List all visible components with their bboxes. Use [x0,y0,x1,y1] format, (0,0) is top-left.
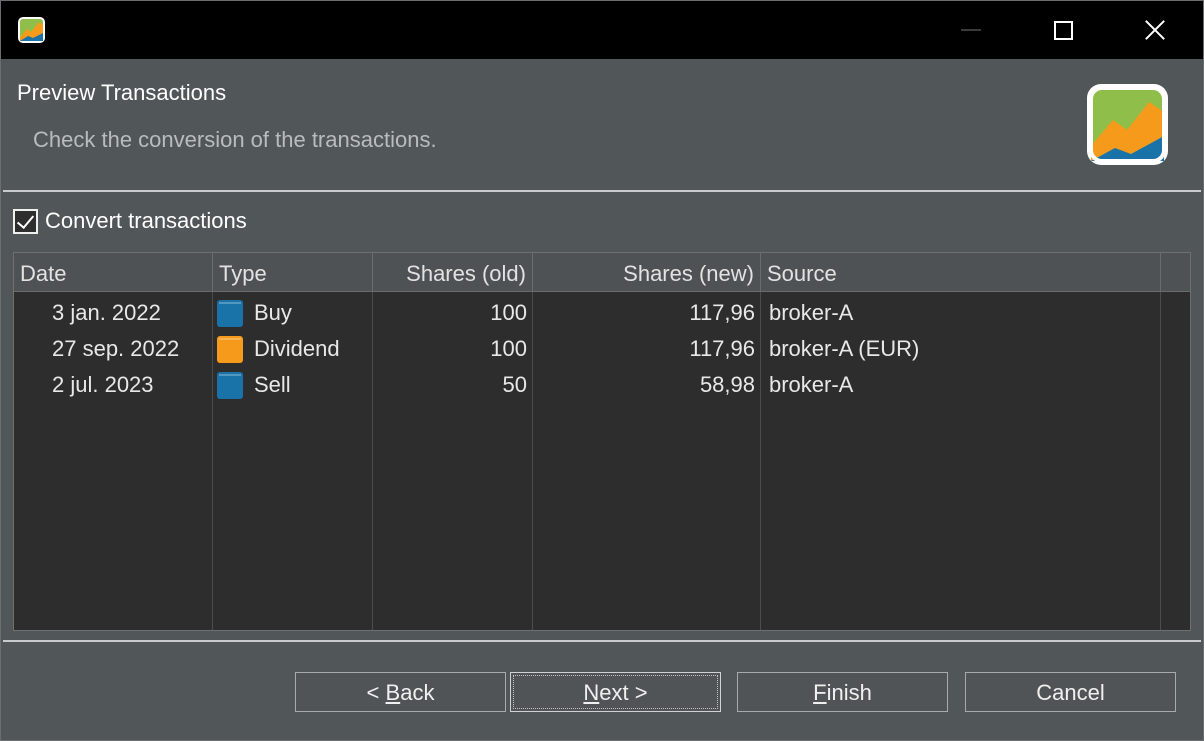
page-description: Check the conversion of the transactions… [33,127,437,152]
finish-button-mnemonic: F [813,680,827,705]
finish-button[interactable]: Finish [737,672,948,712]
cell-type: Sell [213,366,373,402]
cell-type-label: Buy [254,300,292,325]
back-button-mnemonic: B [385,680,401,705]
back-button[interactable]: < Back [295,672,506,712]
transaction-type-icon [217,300,243,327]
cell-source: broker-A (EUR) [769,336,920,361]
minimize-icon [961,29,981,31]
wizard-header: Preview Transactions Check the conversio… [1,59,1203,191]
cell-source: broker-A [769,300,854,325]
close-button[interactable] [1109,1,1201,59]
cell-type-label: Dividend [254,336,340,361]
close-icon [1145,20,1165,40]
transaction-type-icon [217,336,243,363]
page-title: Preview Transactions [17,80,227,105]
cell-shares-old: 50 [502,372,527,397]
column-header-shares-new[interactable]: Shares (new) [533,253,761,292]
cell-shares-old: 100 [490,300,527,325]
column-header-shares-old[interactable]: Shares (old) [373,253,533,292]
finish-button-label: inish [826,680,872,705]
cell-shares-new: 117,96 [689,300,755,325]
convert-transactions-label: Convert transactions [45,208,247,233]
portfolio-chart-icon [1087,84,1168,165]
cell-type: Buy [213,294,373,330]
column-header-source[interactable]: Source [761,253,1161,292]
maximize-button[interactable] [1017,1,1109,59]
cell-shares-new: 58,98 [699,372,755,397]
transactions-table[interactable]: Date Type Shares (old) Shares (new) Sour… [13,252,1191,631]
cell-date: 3 jan. 2022 [52,300,161,325]
next-button[interactable]: Next > [510,672,721,712]
wizard-dialog: Preview Transactions Check the conversio… [0,0,1204,741]
next-button-label: ext > [599,680,648,705]
portfolio-chart-icon [18,17,45,43]
column-header-date[interactable]: Date [14,253,213,292]
footer-separator [3,640,1201,642]
maximize-icon [1053,20,1073,40]
cell-date: 2 jul. 2023 [52,372,154,397]
cancel-button[interactable]: Cancel [965,672,1176,712]
table-row[interactable]: 3 jan. 2022 Buy 100 117,96 broker-A [14,294,1190,330]
table-row[interactable]: 2 jul. 2023 Sell 50 58,98 broker-A [14,366,1190,402]
column-header-type[interactable]: Type [213,253,373,292]
cell-shares-old: 100 [490,336,527,361]
back-button-prefix: < [366,680,386,705]
cell-type-label: Sell [254,372,291,397]
back-button-label: ack [400,680,435,705]
title-bar [1,1,1203,59]
header-separator [3,190,1201,192]
cell-type: Dividend [213,330,373,366]
cell-source: broker-A [769,372,854,397]
convert-transactions-option[interactable]: Convert transactions [13,207,247,235]
table-header: Date Type Shares (old) Shares (new) Sour… [14,253,1190,292]
minimize-button[interactable] [925,1,1017,59]
cell-shares-new: 117,96 [689,336,755,361]
table-row[interactable]: 27 sep. 2022 Dividend 100 117,96 broker-… [14,330,1190,366]
convert-transactions-checkbox[interactable] [13,208,38,234]
next-button-mnemonic: N [583,680,600,705]
cell-date: 27 sep. 2022 [52,336,180,361]
transaction-type-icon [217,372,243,399]
checkmark-icon [16,210,35,229]
